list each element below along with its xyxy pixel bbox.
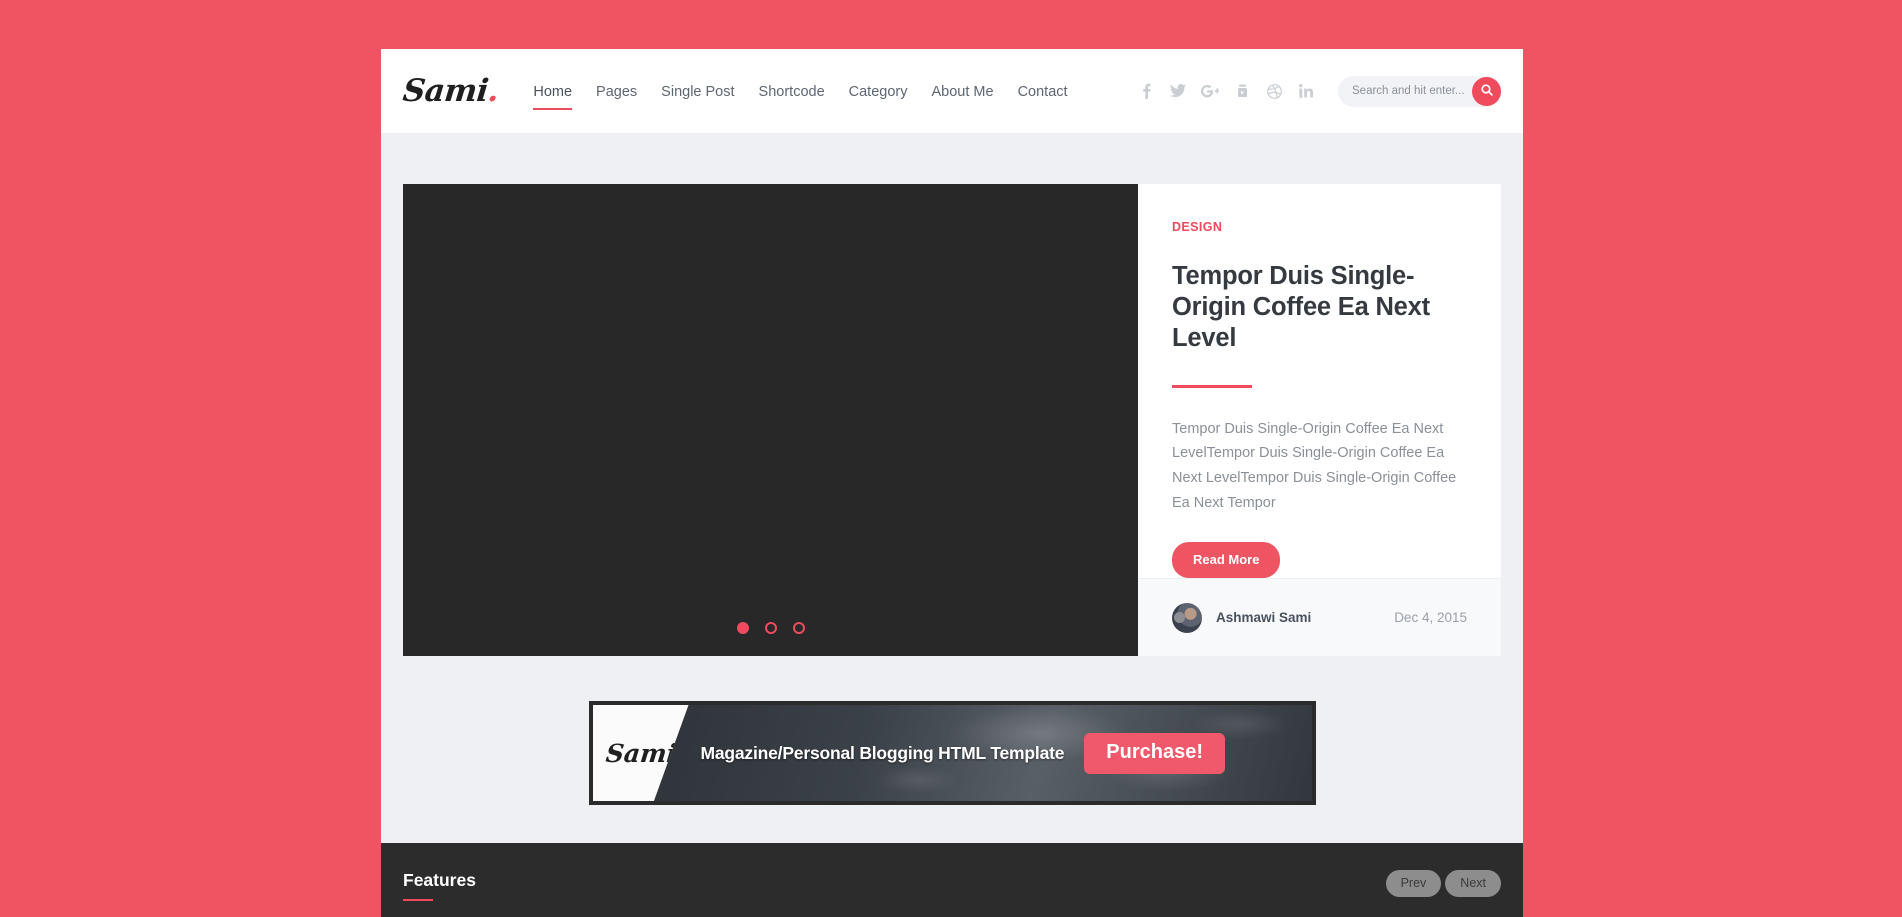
post-date: Dec 4, 2015: [1394, 610, 1467, 626]
slider-dots: [403, 622, 1138, 634]
google-plus-icon[interactable]: [1194, 77, 1226, 105]
author-avatar: [1172, 602, 1202, 633]
nav-item-about-me[interactable]: About Me: [919, 78, 1005, 105]
nav-item-label: Single Post: [661, 83, 735, 100]
nav-item-single-post[interactable]: Single Post: [649, 78, 746, 105]
promo-banner[interactable]: Sami. Magazine/Personal Blogging HTML Te…: [588, 701, 1316, 805]
promo-logo-panel: Sami.: [592, 705, 689, 801]
linkedin-icon[interactable]: [1290, 77, 1322, 105]
post-title[interactable]: Tempor Duis Single-Origin Coffee Ea Next…: [1172, 261, 1467, 354]
nav-item-label: Category: [848, 83, 908, 100]
page-shell: Sami. Home Pages Single Post Shortcode C…: [381, 49, 1523, 917]
promo-logo: Sami.: [604, 739, 686, 768]
features-pagination: Prev Next: [1385, 869, 1501, 897]
featured-post-card: DESIGN Tempor Duis Single-Origin Coffee …: [1138, 184, 1501, 656]
post-excerpt: Tempor Duis Single-Origin Coffee Ea Next…: [1172, 420, 1457, 512]
main-navigation: Home Pages Single Post Shortcode Categor…: [521, 78, 1080, 110]
header-right-cluster: [1130, 75, 1502, 107]
site-logo-dot: .: [486, 73, 501, 109]
youtube-icon[interactable]: [1226, 77, 1258, 105]
nav-item-label: Pages: [596, 83, 638, 100]
promo-logo-text: Sami: [603, 738, 678, 768]
facebook-icon[interactable]: [1130, 77, 1162, 105]
features-next-button[interactable]: Next: [1445, 869, 1501, 897]
nav-item-shortcode[interactable]: Shortcode: [747, 78, 837, 105]
post-meta-footer: Ashmawi Sami Dec 4, 2015: [1138, 578, 1501, 656]
search-button[interactable]: [1472, 76, 1501, 106]
featured-slider: DESIGN Tempor Duis Single-Origin Coffee …: [403, 184, 1501, 656]
site-header: Sami. Home Pages Single Post Shortcode C…: [381, 49, 1523, 133]
features-prev-button[interactable]: Prev: [1385, 869, 1442, 897]
nav-item-home[interactable]: Home: [521, 78, 584, 110]
search-icon: [1480, 83, 1493, 99]
site-logo-text: Sami: [401, 73, 490, 109]
nav-item-pages[interactable]: Pages: [584, 78, 649, 105]
author-name[interactable]: Ashmawi Sami: [1216, 610, 1311, 625]
slider-dot-3[interactable]: [792, 622, 805, 634]
twitter-icon[interactable]: [1162, 77, 1194, 105]
featured-post-body: DESIGN Tempor Duis Single-Origin Coffee …: [1138, 184, 1501, 579]
nav-item-label: About Me: [931, 83, 994, 100]
nav-item-label: Home: [533, 83, 573, 100]
read-more-button[interactable]: Read More: [1172, 542, 1281, 579]
site-logo[interactable]: Sami.: [400, 73, 500, 109]
post-category-label[interactable]: DESIGN: [1172, 220, 1467, 234]
nav-item-category[interactable]: Category: [837, 78, 920, 105]
dribbble-icon[interactable]: [1258, 77, 1290, 105]
nav-item-label: Shortcode: [758, 83, 825, 100]
title-divider: [1172, 384, 1252, 388]
nav-item-label: Contact: [1017, 83, 1068, 100]
slider-dot-2[interactable]: [764, 622, 777, 634]
purchase-button[interactable]: Purchase!: [1084, 732, 1225, 774]
slider-image[interactable]: [403, 184, 1138, 656]
promo-tagline: Magazine/Personal Blogging HTML Template: [700, 742, 1065, 763]
features-section: Features Prev Next: [381, 843, 1523, 917]
social-links: [1130, 77, 1322, 105]
features-heading: Features: [403, 870, 476, 901]
search-box: [1338, 75, 1502, 107]
nav-item-contact[interactable]: Contact: [1006, 78, 1080, 105]
slider-dot-1[interactable]: [736, 622, 749, 634]
promo-logo-dot: .: [674, 738, 686, 768]
